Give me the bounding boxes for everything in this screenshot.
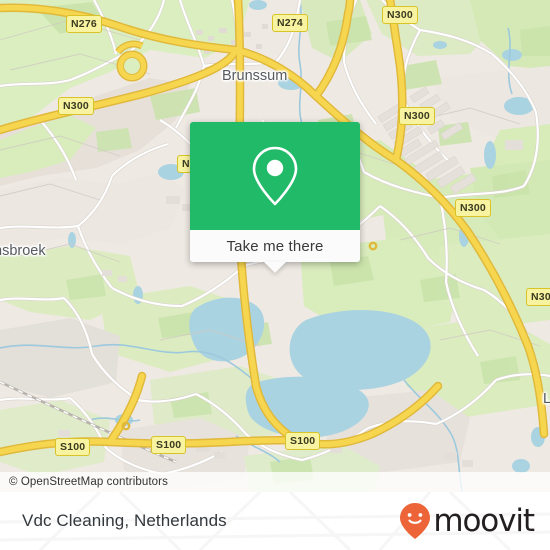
popup-icon-area bbox=[190, 122, 360, 230]
road-shield-n276: N276 bbox=[66, 15, 102, 33]
popup-pointer-tail bbox=[264, 262, 286, 273]
moovit-wordmark: moovit bbox=[433, 502, 535, 539]
road-shield-n300-southeast: N300 bbox=[526, 288, 550, 306]
map-screenshot: Brunssum nsbroek L N276 N274 N300 N300 N… bbox=[0, 0, 550, 550]
moovit-logo[interactable]: moovit bbox=[399, 502, 535, 540]
road-shield-s100-centre: S100 bbox=[151, 436, 187, 454]
place-label-brunssum: Brunssum bbox=[222, 68, 288, 84]
road-shield-n300-north: N300 bbox=[382, 6, 418, 24]
road-shield-n300-northeast: N300 bbox=[399, 107, 435, 125]
road-shield-n300-east: N300 bbox=[455, 199, 491, 217]
location-pin-icon bbox=[252, 146, 298, 206]
road-shield-s100-east: S100 bbox=[285, 432, 321, 450]
attribution-text: © OpenStreetMap contributors bbox=[9, 476, 168, 488]
location-popup-card[interactable]: Take me there bbox=[190, 122, 360, 273]
road-shield-n300-west: N300 bbox=[58, 97, 94, 115]
place-label-nsbroek: nsbroek bbox=[0, 243, 46, 259]
road-shield-n274: N274 bbox=[272, 14, 308, 32]
place-label-l: L bbox=[543, 391, 550, 407]
take-me-there-label: Take me there bbox=[226, 237, 324, 255]
moovit-smiling-pin-icon bbox=[400, 503, 431, 539]
take-me-there-button[interactable]: Take me there bbox=[190, 230, 360, 262]
footer-bar: Vdc Cleaning, Netherlands moovit bbox=[0, 492, 550, 550]
page-title: Vdc Cleaning, Netherlands bbox=[22, 511, 227, 530]
road-shield-s100-west: S100 bbox=[55, 438, 91, 456]
map-attribution[interactable]: © OpenStreetMap contributors bbox=[0, 472, 550, 492]
